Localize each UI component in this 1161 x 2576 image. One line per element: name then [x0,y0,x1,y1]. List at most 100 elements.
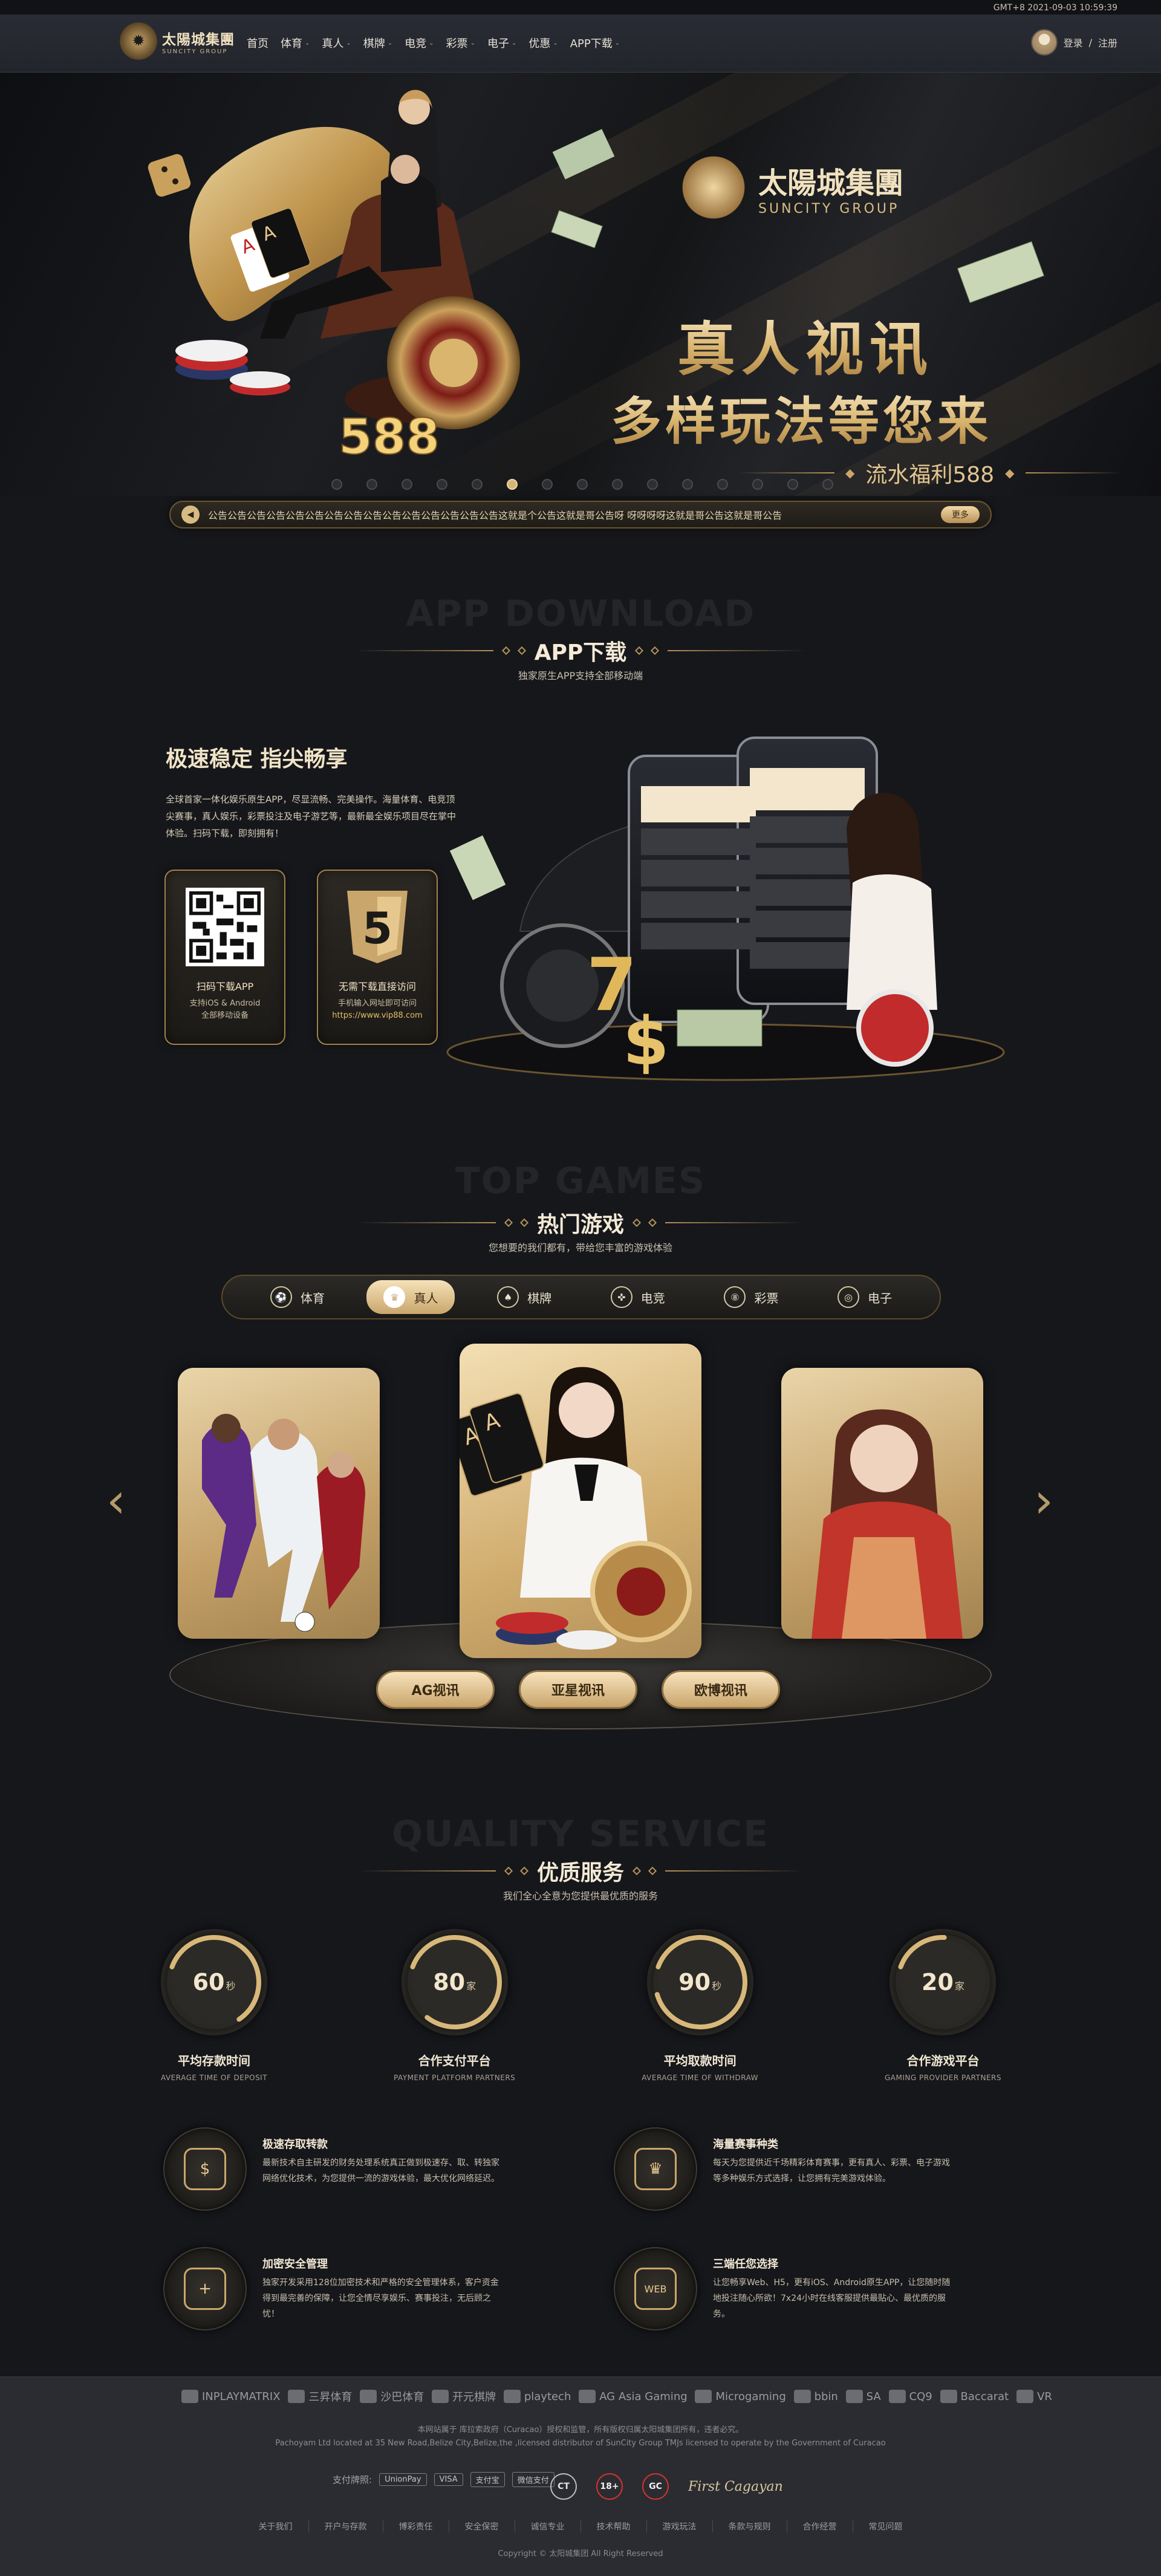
slide-dot[interactable] [787,479,798,490]
qr-card-line2: 全部移动设备 [201,1011,249,1020]
login-link[interactable]: 登录 [1064,35,1083,50]
partner-logo[interactable]: INPLAYMATRIX [181,2390,281,2403]
game-card-esports[interactable] [781,1368,983,1639]
partner-logo[interactable]: Baccarat [940,2390,1009,2403]
nav-item-7[interactable]: 优惠 ⌄ [522,35,564,51]
provider-button-0[interactable]: AG视讯 [376,1670,495,1709]
nav-item-6[interactable]: 电子 ⌄ [481,35,522,51]
app-section-title: APP下载 [534,640,627,665]
partner-mark-icon [1016,2390,1034,2403]
slide-dot[interactable] [366,479,377,490]
provider-buttons: AG视讯 亚星视讯 欧博视讯 [376,1670,780,1709]
avatar[interactable] [1030,29,1058,56]
nav-item-label: 彩票 [446,37,468,50]
partner-logo[interactable]: AG Asia Gaming [579,2390,688,2403]
footer-link[interactable]: 条款与规则 [713,2520,787,2532]
stat-label: 平均取款时间 [663,2054,737,2068]
partner-logo[interactable]: CQ9 [888,2390,932,2403]
slide-dot[interactable] [822,479,833,490]
qr-card-title: 扫码下载APP [196,981,254,992]
slide-dot[interactable] [612,479,623,490]
nav-item-0[interactable]: 首页 [241,35,275,51]
slide-dot[interactable] [472,479,483,490]
hero-banner[interactable]: A A 588 太陽城集團 SUNCITY GROUP 真人视讯 多样玩法等您来… [0,73,1161,496]
divider [668,650,807,651]
partner-logo[interactable]: SA [845,2390,881,2403]
footer-link[interactable]: 关于我们 [243,2520,309,2532]
partner-logo[interactable]: 开元棋牌 [432,2389,496,2404]
copyright: Copyright © 太阳城集团 All Right Reserved [498,2549,663,2558]
game-card-live-casino[interactable]: A A [460,1344,701,1658]
partner-logo[interactable]: playtech [503,2390,571,2403]
partner-logo[interactable]: 三昇体育 [288,2389,352,2404]
slide-dot[interactable] [331,479,342,490]
footer-link[interactable]: 安全保密 [449,2520,515,2532]
h5-access-card[interactable]: 5 无需下载直接访问 手机输入网址即可访问 https://www.vip88.c… [317,870,438,1045]
footer-link[interactable]: 合作经营 [787,2520,853,2532]
provider-button-1[interactable]: 亚星视讯 [519,1670,637,1709]
footer-link[interactable]: 开户与存款 [309,2520,383,2532]
game-category-tabs: ⚽ 体育 ♛ 真人 ♠ 棋牌 ✜ 电竞 ⑧ 彩票 ◎ 电子 [221,1275,941,1319]
carousel-next-icon[interactable]: › [1027,1467,1061,1534]
slide-dot[interactable] [437,479,447,490]
nav-item-2[interactable]: 真人 ⌄ [316,35,357,51]
tab-5[interactable]: ◎ 电子 [821,1280,909,1314]
partner-logo[interactable]: bbin [793,2390,838,2403]
tab-4[interactable]: ⑧ 彩票 [707,1280,795,1314]
provider-button-2[interactable]: 欧博视讯 [662,1670,780,1709]
slide-dot[interactable] [542,479,553,490]
nav-item-8[interactable]: APP下载 ⌄ [564,35,626,51]
footer-link[interactable]: 诚信专业 [515,2520,581,2532]
trophy-icon: ♛ [614,2127,697,2211]
stat-item: 90 秒平均取款时间 AVERAGE TIME OF WITHDRAW [642,1929,758,2082]
tab-3[interactable]: ✜ 电竞 [594,1280,682,1314]
footer-link[interactable]: 游戏玩法 [647,2520,713,2532]
announcement-text[interactable]: 公告公告公告公告公告公告公告公告公告公告公告公告公告公告公告这就是个公告这就是哥… [208,507,909,522]
nav-item-1[interactable]: 体育 ⌄ [275,35,316,51]
hero-emblem-icon [677,151,750,224]
partner-logo[interactable]: VR [1016,2390,1052,2403]
footer-link[interactable]: 常见问题 [853,2520,919,2532]
footer-link[interactable]: 博彩责任 [383,2520,449,2532]
feature-title: 海量赛事种类 [713,2138,778,2151]
partner-name: playtech [524,2390,571,2403]
partner-logo[interactable]: 沙巴体育 [360,2389,424,2404]
chevron-down-icon: ⌄ [614,39,620,47]
h5-card-url[interactable]: https://www.vip88.com [318,1010,437,1022]
slide-dot[interactable] [682,479,693,490]
game-card-sports[interactable] [178,1368,380,1639]
carousel-prev-icon[interactable]: ‹ [99,1467,133,1534]
partner-name: AG Asia Gaming [599,2390,688,2403]
chevron-down-icon: ⌄ [511,39,517,47]
nav-item-5[interactable]: 彩票 ⌄ [440,35,481,51]
feature-description: 最新技术自主研发的财务处理系统真正做到极速存、取、转独家网络优化技术，为您提供一… [262,2158,499,2184]
visa-logo: VISA [434,2473,463,2486]
tab-label: 真人 [414,1290,438,1306]
register-link[interactable]: 注册 [1098,35,1117,50]
slide-dot[interactable] [717,479,728,490]
slide-dot[interactable] [647,479,658,490]
slide-dot[interactable] [577,479,588,490]
stat-item: 20 家合作游戏平台 GAMING PROVIDER PARTNERS [885,1929,1001,2082]
sports-players-illustration [202,1414,365,1632]
footer-link[interactable]: 技术帮助 [581,2520,647,2532]
slide-dot[interactable] [507,479,518,490]
qr-code[interactable] [186,888,264,966]
tab-1[interactable]: ♛ 真人 [366,1280,455,1314]
tab-0[interactable]: ⚽ 体育 [253,1280,342,1314]
soccer-ball-icon: ⚽ [270,1286,292,1308]
slide-dot[interactable] [752,479,763,490]
feature-item: ♛ 海量赛事种类 每天为您提供近千场精彩体育赛事，更有真人、彩票、电子游戏等多种娱乐… [614,2127,1010,2211]
tab-2[interactable]: ♠ 棋牌 [480,1280,568,1314]
announcement-more-button[interactable]: 更多 [941,506,980,523]
nav-item-4[interactable]: 电竞 ⌄ [398,35,440,51]
slide-dot[interactable] [402,479,412,490]
money-bag-icon: $ [163,2127,247,2211]
partner-name: CQ9 [909,2390,932,2403]
qr-download-card[interactable]: 扫码下载APP 支持iOS & Android 全部移动设备 [164,870,285,1045]
partner-logo[interactable]: Microgaming [695,2390,786,2403]
games-section-subtitle: 您想要的我们都有，带给您丰富的游戏体验 [488,1242,672,1254]
nav-item-3[interactable]: 棋牌 ⌄ [357,35,398,51]
site-logo[interactable]: ✹ 太陽城集團 SUNCITY GROUP [120,22,253,60]
chevron-down-icon: ⌄ [305,39,310,47]
